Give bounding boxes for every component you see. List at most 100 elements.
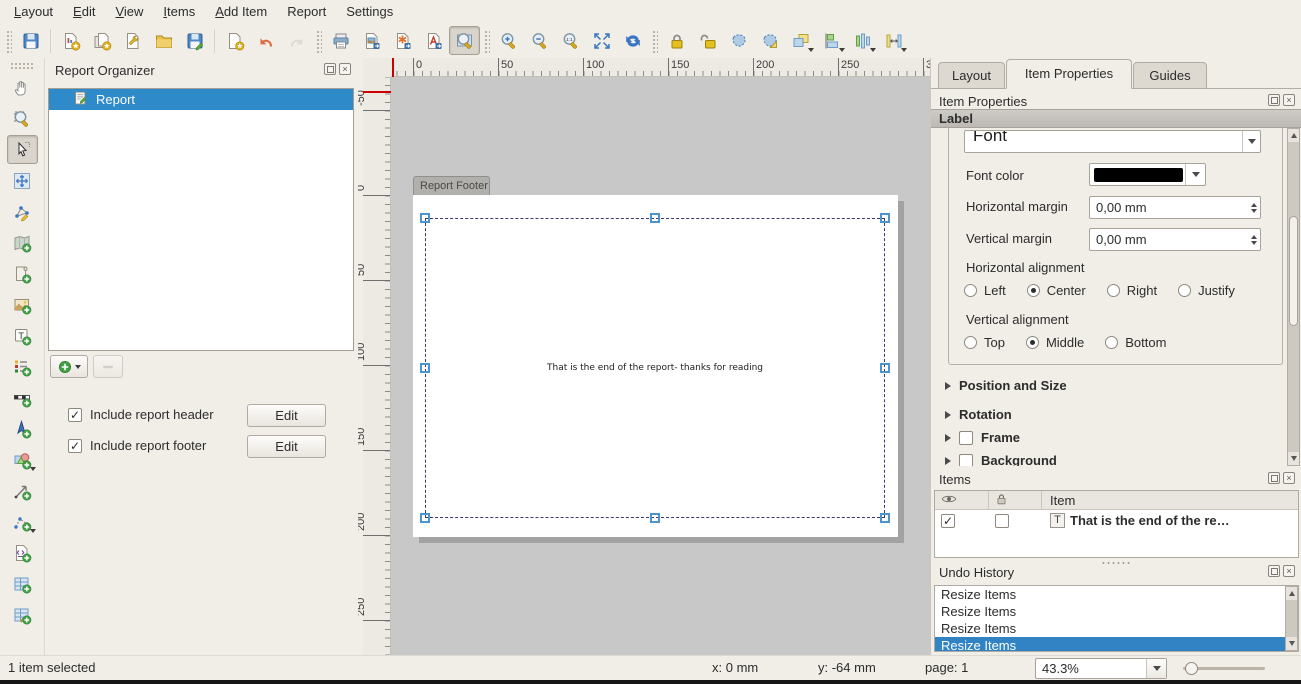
zoom-tool-button[interactable] [449, 26, 480, 55]
undo-entry[interactable]: Resize Items [935, 620, 1298, 637]
background-checkbox[interactable] [959, 454, 973, 467]
add-north-arrow-button[interactable] [7, 414, 38, 443]
zoom-slider[interactable] [1183, 667, 1265, 670]
resize-handle-e[interactable] [880, 363, 890, 373]
menu-layout[interactable]: Layout [4, 0, 63, 23]
spin-down-icon[interactable] [1251, 241, 1257, 245]
scroll-down-icon[interactable] [1286, 637, 1297, 650]
expand-arrow-icon[interactable] [945, 382, 951, 390]
font-button[interactable]: Font [964, 130, 1261, 153]
report-properties-button[interactable] [117, 26, 148, 55]
halign-center-label[interactable]: Center [1047, 283, 1086, 298]
position-and-size-section[interactable]: Position and Size [945, 378, 1067, 393]
add-items-from-template-button[interactable] [148, 26, 179, 55]
add-html-button[interactable] [7, 538, 38, 567]
toolbar-drag-handle[interactable] [315, 29, 322, 53]
add-label-button[interactable]: T [7, 321, 38, 350]
zoom-level-combo[interactable]: 43.3% [1035, 658, 1167, 679]
valign-bottom-radio[interactable] [1105, 336, 1118, 349]
add-page-button[interactable] [219, 26, 250, 55]
add-node-item-button[interactable] [7, 507, 38, 536]
spin-down-icon[interactable] [1251, 209, 1257, 213]
resize-handle-s[interactable] [650, 513, 660, 523]
add-legend-button[interactable] [7, 352, 38, 381]
panel-resize-handle[interactable] [1101, 561, 1131, 565]
halign-right-radio[interactable] [1107, 284, 1120, 297]
undo-scrollbar[interactable] [1285, 586, 1298, 651]
tab-layout[interactable]: Layout [938, 62, 1005, 89]
align-items-button[interactable] [816, 26, 847, 55]
include-report-footer-checkbox[interactable]: ✓ [68, 439, 82, 453]
zoom-slider-thumb[interactable] [1185, 662, 1198, 675]
tab-guides[interactable]: Guides [1133, 62, 1207, 89]
resize-handle-sw[interactable] [420, 513, 430, 523]
valign-top-radio[interactable] [964, 336, 977, 349]
halign-right-label[interactable]: Right [1127, 283, 1157, 298]
rotation-section[interactable]: Rotation [945, 407, 1012, 422]
refresh-view-button[interactable] [617, 26, 648, 55]
distribute-items-button[interactable] [847, 26, 878, 55]
tab-item-properties[interactable]: Item Properties [1006, 59, 1132, 89]
undo-entry[interactable]: Resize Items [935, 603, 1298, 620]
zoom-out-button[interactable] [524, 26, 555, 55]
save-project-button[interactable] [15, 26, 46, 55]
menu-add-item[interactable]: Add Item [205, 0, 277, 23]
close-panel-icon[interactable]: × [1283, 472, 1295, 484]
add-3d-map-button[interactable] [7, 259, 38, 288]
scroll-up-icon[interactable] [1286, 587, 1297, 600]
new-report-button[interactable] [55, 26, 86, 55]
halign-justify-label[interactable]: Justify [1198, 283, 1235, 298]
raise-items-button[interactable] [785, 26, 816, 55]
chevron-down-icon[interactable] [1146, 659, 1166, 678]
export-svg-button[interactable] [387, 26, 418, 55]
float-panel-icon[interactable] [324, 63, 336, 75]
scroll-down-icon[interactable] [1288, 452, 1299, 465]
add-attribute-table-button[interactable] [7, 569, 38, 598]
canvas-work-area[interactable]: Report Footer That is the end of the rep… [391, 77, 930, 655]
save-as-template-button[interactable] [179, 26, 210, 55]
properties-scrollbar[interactable] [1287, 128, 1300, 466]
add-scalebar-button[interactable] [7, 383, 38, 412]
deselect-all-button[interactable] [754, 26, 785, 55]
add-arrow-button[interactable] [7, 476, 38, 505]
undo-button[interactable] [250, 26, 281, 55]
select-all-button[interactable] [723, 26, 754, 55]
scrollbar-thumb[interactable] [1289, 216, 1298, 326]
frame-checkbox[interactable] [959, 431, 973, 445]
halign-justify-radio[interactable] [1178, 284, 1191, 297]
resize-handle-nw[interactable] [420, 213, 430, 223]
toolbar-drag-handle[interactable] [5, 29, 12, 53]
menu-report[interactable]: Report [277, 0, 336, 23]
expand-arrow-icon[interactable] [945, 434, 951, 442]
expand-arrow-icon[interactable] [945, 457, 951, 465]
duplicate-report-button[interactable] [86, 26, 117, 55]
report-tree-item[interactable]: Report [49, 89, 353, 110]
print-button[interactable] [325, 26, 356, 55]
add-picture-button[interactable] [7, 290, 38, 319]
menu-settings[interactable]: Settings [336, 0, 403, 23]
zoom-in-button[interactable] [493, 26, 524, 55]
halign-left-label[interactable]: Left [984, 283, 1006, 298]
close-panel-icon[interactable]: × [1283, 94, 1295, 106]
remove-section-button[interactable] [93, 355, 123, 378]
toolbar-drag-handle[interactable] [651, 29, 658, 53]
menu-edit[interactable]: Edit [63, 0, 105, 23]
toolbar-drag-handle[interactable] [483, 29, 490, 53]
float-panel-icon[interactable] [1268, 94, 1280, 106]
include-report-header-checkbox[interactable]: ✓ [68, 408, 82, 422]
item-lock-checkbox[interactable] [995, 514, 1009, 528]
menu-view[interactable]: View [105, 0, 153, 23]
zoom-button[interactable] [7, 104, 38, 133]
float-panel-icon[interactable] [1268, 472, 1280, 484]
select-move-item-button[interactable] [7, 135, 38, 164]
spin-up-icon[interactable] [1251, 235, 1257, 239]
zoom-full-button[interactable] [586, 26, 617, 55]
move-item-content-button[interactable] [7, 166, 38, 195]
edit-nodes-item-button[interactable] [7, 197, 38, 226]
item-visible-checkbox[interactable]: ✓ [941, 514, 955, 528]
halign-center-radio[interactable] [1027, 284, 1040, 297]
close-panel-icon[interactable]: × [339, 63, 351, 75]
add-fixed-table-button[interactable] [7, 600, 38, 629]
chevron-down-icon[interactable] [1242, 131, 1260, 152]
export-pdf-button[interactable] [418, 26, 449, 55]
